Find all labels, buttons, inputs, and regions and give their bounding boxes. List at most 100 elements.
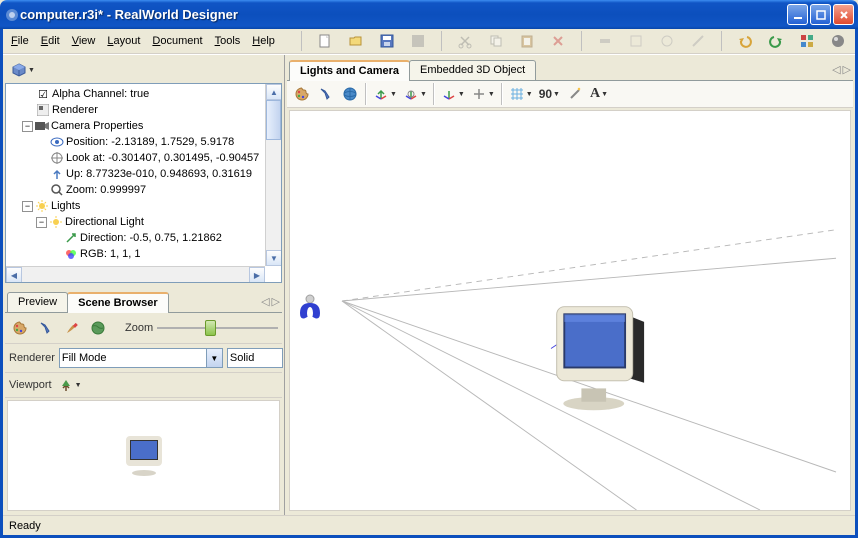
scroll-left-button[interactable]: ◀: [6, 267, 22, 283]
zoom-label: Zoom: [125, 322, 153, 334]
tree-collapse-camera[interactable]: −: [22, 121, 33, 132]
angle-tool[interactable]: 90▼: [537, 87, 562, 101]
right-tabs: Lights and Camera Embedded 3D Object ◁▷: [287, 57, 853, 81]
left-panel: ▼ ☑Alpha Channel: true Renderer −Camera …: [3, 55, 285, 515]
tabs-next-button[interactable]: ▷: [272, 295, 280, 308]
scroll-up-button[interactable]: ▲: [266, 84, 282, 100]
tabs-prev-button[interactable]: ◁: [832, 63, 840, 76]
3d-viewport[interactable]: [289, 110, 851, 511]
sun-icon: [35, 199, 49, 213]
delete-button[interactable]: [548, 30, 567, 52]
minimize-button[interactable]: [787, 4, 808, 25]
tree-collapse-dirlight[interactable]: −: [36, 217, 47, 228]
direction-icon: [64, 231, 78, 245]
scroll-down-button[interactable]: ▼: [266, 250, 282, 266]
tree-lights[interactable]: Lights: [51, 200, 80, 212]
cube-icon: [11, 62, 27, 78]
axis-tool-3[interactable]: ▼: [439, 86, 467, 102]
scroll-thumb[interactable]: [266, 100, 281, 140]
grid-button[interactable]: [798, 30, 817, 52]
menu-layout[interactable]: Layout: [107, 35, 140, 47]
axis-tool-4[interactable]: ▼: [469, 86, 497, 102]
tool-c-button[interactable]: [657, 30, 676, 52]
menu-tools[interactable]: Tools: [215, 35, 241, 47]
cut-button[interactable]: [456, 30, 475, 52]
tool-d-button[interactable]: [688, 30, 707, 52]
tool-a-button[interactable]: [596, 30, 615, 52]
properties-tree[interactable]: ☑Alpha Channel: true Renderer −Camera Pr…: [5, 83, 282, 283]
preview-viewport[interactable]: [7, 400, 280, 511]
axis-tool-1[interactable]: ▼: [371, 86, 399, 102]
menu-help[interactable]: Help: [252, 35, 275, 47]
paste-button[interactable]: [517, 30, 536, 52]
flashlight-button[interactable]: [35, 317, 57, 339]
tree-position[interactable]: Position: -2.13189, 1.7529, 5.9178: [66, 136, 234, 148]
copy-button[interactable]: [487, 30, 506, 52]
menu-document[interactable]: Document: [152, 35, 202, 47]
palette-button[interactable]: [9, 317, 31, 339]
menu-bar: File Edit View Layout Document Tools Hel…: [3, 29, 855, 54]
camera-icon: [35, 119, 49, 133]
tree-collapse-lights[interactable]: −: [22, 201, 33, 212]
wand-button[interactable]: [564, 83, 586, 105]
save-button[interactable]: [377, 30, 396, 52]
tab-embedded-3d[interactable]: Embedded 3D Object: [409, 60, 536, 80]
sun-icon: [49, 215, 63, 229]
horizontal-scrollbar[interactable]: ◀ ▶: [6, 266, 265, 282]
tabs-next-button[interactable]: ▷: [843, 63, 851, 76]
tool-b-button[interactable]: [627, 30, 646, 52]
left-tabs: Preview Scene Browser ◁▷: [5, 289, 282, 313]
tree-zoom[interactable]: Zoom: 0.999997: [66, 184, 146, 196]
camera-widget-icon[interactable]: [296, 293, 324, 332]
new-button[interactable]: [316, 30, 335, 52]
viewport-label: Viewport: [9, 379, 52, 391]
solid-input[interactable]: [227, 348, 283, 368]
chevron-down-icon[interactable]: ▼: [206, 348, 223, 368]
renderer-icon: [36, 103, 50, 117]
tree-up[interactable]: Up: 8.77323e-010, 0.948693, 0.31619: [66, 168, 252, 180]
close-button[interactable]: [833, 4, 854, 25]
tree-alpha[interactable]: Alpha Channel: true: [52, 88, 149, 100]
viewport-scene: [290, 111, 850, 510]
undo-button[interactable]: [736, 30, 755, 52]
preview-object-icon: [122, 436, 166, 476]
chevron-down-icon: ▼: [28, 67, 35, 74]
brush-button[interactable]: [61, 317, 83, 339]
left-mini-toolbar: ▼: [5, 57, 282, 83]
open-button[interactable]: [347, 30, 366, 52]
tree-direction[interactable]: Direction: -0.5, 0.75, 1.21862: [80, 232, 222, 244]
tabs-prev-button[interactable]: ◁: [261, 295, 269, 308]
flashlight-button[interactable]: [315, 83, 337, 105]
maximize-button[interactable]: [810, 4, 831, 25]
scroll-right-button[interactable]: ▶: [249, 267, 265, 283]
tree-lookat[interactable]: Look at: -0.301407, 0.301495, -0.90457: [66, 152, 259, 164]
zoom-slider[interactable]: [157, 319, 278, 337]
tab-scene-browser[interactable]: Scene Browser: [67, 292, 168, 313]
tree-camera[interactable]: Camera Properties: [51, 120, 143, 132]
magnifier-icon: [50, 183, 64, 197]
menu-view[interactable]: View: [72, 35, 96, 47]
render-button[interactable]: [828, 30, 847, 52]
palette-button[interactable]: [291, 83, 313, 105]
tree-rgb[interactable]: RGB: 1, 1, 1: [80, 248, 141, 260]
globe-button[interactable]: [87, 317, 109, 339]
tree-dirlight[interactable]: Directional Light: [65, 216, 144, 228]
redo-button[interactable]: [767, 30, 786, 52]
tab-preview[interactable]: Preview: [7, 292, 68, 312]
viewport-row: Viewport ▼: [5, 373, 282, 398]
viewport-dropdown[interactable]: ▼: [56, 377, 84, 393]
vertical-scrollbar[interactable]: ▲ ▼: [265, 84, 281, 266]
tab-lights-camera[interactable]: Lights and Camera: [289, 60, 410, 81]
menu-file[interactable]: File: [11, 35, 29, 47]
axis-tool-2[interactable]: ▼: [401, 86, 429, 102]
text-tool[interactable]: A▼: [588, 86, 610, 102]
tree-renderer[interactable]: Renderer: [52, 104, 98, 116]
fillmode-select[interactable]: ▼: [59, 348, 223, 368]
object-type-dropdown[interactable]: ▼: [9, 62, 37, 78]
menu-edit[interactable]: Edit: [41, 35, 60, 47]
globe-button[interactable]: [339, 83, 361, 105]
slider-thumb[interactable]: [205, 320, 216, 336]
fillmode-input[interactable]: [59, 348, 206, 368]
grid-tool[interactable]: ▼: [507, 86, 535, 102]
save-as-button[interactable]: [408, 30, 427, 52]
